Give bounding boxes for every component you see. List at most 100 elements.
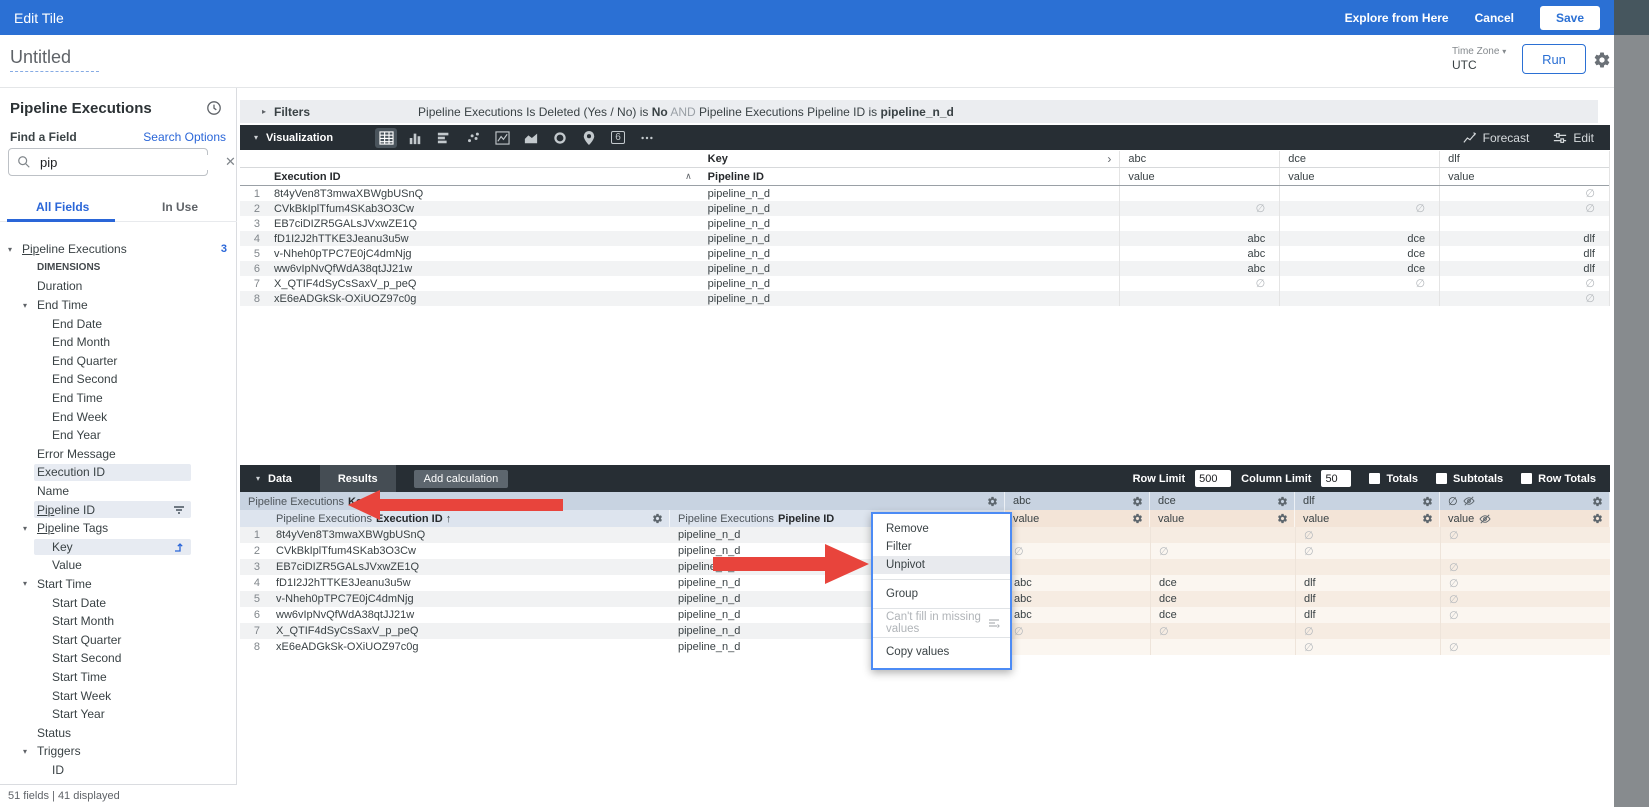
menu-item-group[interactable]: Group	[873, 585, 1010, 603]
sort-asc-icon[interactable]: ∧	[685, 171, 692, 182]
gear-icon[interactable]	[1422, 513, 1433, 524]
sidebar-field-start-time[interactable]: ▾Start Time	[0, 575, 237, 594]
explore-from-here-link[interactable]: Explore from Here	[1345, 11, 1449, 25]
results-pivot-header-dlf[interactable]: dlf	[1295, 492, 1440, 510]
value-cell[interactable]	[1150, 559, 1295, 575]
execution-id-cell[interactable]: CVkBkIplTfum4SKab3O3Cw	[268, 543, 670, 559]
visualization-label[interactable]: Visualization	[266, 132, 333, 144]
line-chart-icon[interactable]	[491, 128, 513, 148]
value-cell[interactable]: ∅	[1439, 186, 1609, 201]
run-button[interactable]: Run	[1522, 44, 1586, 74]
value-cell[interactable]: dce	[1150, 607, 1295, 623]
execution-id-cell[interactable]: X_QTIF4dSyCsSaxV_p_peQ	[266, 276, 700, 291]
menu-item-filter[interactable]: Filter	[873, 538, 1010, 556]
sidebar-field-start-time[interactable]: Start Time	[0, 668, 237, 687]
area-chart-icon[interactable]	[520, 128, 542, 148]
clear-search-icon[interactable]: ✕	[225, 154, 236, 170]
value-cell[interactable]: ∅	[1150, 543, 1295, 559]
tile-title-input[interactable]: Untitled	[10, 47, 99, 72]
sidebar-field-name[interactable]: Name	[0, 482, 237, 501]
sidebar-field-start-month[interactable]: Start Month	[0, 612, 237, 631]
value-cell[interactable]: ∅	[1440, 575, 1610, 591]
tree-caret-icon[interactable]: ▾	[23, 301, 37, 310]
value-cell[interactable]: dce	[1279, 246, 1439, 261]
execution-id-cell[interactable]: v-Nheh0pTPC7E0jC4dmNjg	[266, 246, 700, 261]
sidebar-field-id[interactable]: ID	[0, 761, 237, 780]
save-button[interactable]: Save	[1540, 6, 1600, 30]
value-cell[interactable]: dlf	[1295, 607, 1440, 623]
value-cell[interactable]	[1295, 559, 1440, 575]
column-chart-icon[interactable]	[404, 128, 426, 148]
pivot-expand-chevron[interactable]: ›	[1107, 152, 1111, 166]
execution-id-cell[interactable]: X_QTIF4dSyCsSaxV_p_peQ	[268, 623, 670, 639]
pivot-value-header-dlf[interactable]: dlf	[1439, 151, 1609, 167]
value-cell[interactable]	[1119, 186, 1279, 201]
value-cell[interactable]: dlf	[1295, 575, 1440, 591]
pipeline-id-cell[interactable]: pipeline_n_d	[700, 291, 1120, 306]
value-cell[interactable]	[1440, 543, 1610, 559]
sidebar-field-start-week[interactable]: Start Week	[0, 686, 237, 705]
value-cell[interactable]: dlf	[1439, 231, 1609, 246]
row-totals-checkbox[interactable]: Row Totals	[1521, 473, 1596, 485]
results-pivot-header-dce[interactable]: dce	[1150, 492, 1295, 510]
sidebar-field-end-time[interactable]: ▾End Time	[0, 296, 237, 315]
sidebar-field-end-week[interactable]: End Week	[0, 407, 237, 426]
gear-icon[interactable]	[1277, 496, 1288, 507]
value-cell[interactable]: ∅	[1005, 543, 1150, 559]
subtotals-checkbox[interactable]: Subtotals	[1436, 473, 1503, 485]
tree-caret-icon[interactable]: ▾	[23, 579, 37, 588]
value-cell[interactable]	[1005, 559, 1150, 575]
value-cell[interactable]	[1279, 216, 1439, 231]
gear-icon[interactable]	[1422, 496, 1433, 507]
execution-id-cell[interactable]: CVkBkIplTfum4SKab3O3Cw	[266, 201, 700, 216]
value-cell[interactable]: ∅	[1439, 201, 1609, 216]
sidebar-field-end-time[interactable]: End Time	[0, 389, 237, 408]
value-cell[interactable]: ∅	[1295, 527, 1440, 543]
pivot-value-header-dce[interactable]: dce	[1279, 151, 1439, 167]
value-cell[interactable]	[1005, 527, 1150, 543]
value-cell[interactable]	[1005, 639, 1150, 655]
visualization-expand-icon[interactable]: ▾	[254, 133, 258, 142]
execution-id-cell[interactable]: fD1I2J2hTTKE3Jeanu3u5w	[268, 575, 670, 591]
results-header-value[interactable]: value	[1440, 510, 1610, 527]
history-icon[interactable]	[206, 100, 222, 116]
single-value-icon[interactable]: 6	[607, 128, 629, 148]
gear-icon[interactable]	[1132, 496, 1143, 507]
sidebar-field-start-quarter[interactable]: Start Quarter	[0, 630, 237, 649]
execution-id-cell[interactable]: ww6vIpNvQfWdA38qtJJ21w	[266, 261, 700, 276]
measure-header-value[interactable]: value	[1119, 168, 1279, 185]
value-cell[interactable]: dce	[1150, 591, 1295, 607]
sidebar-field-end-second[interactable]: End Second	[0, 370, 237, 389]
sidebar-field-start-year[interactable]: Start Year	[0, 705, 237, 724]
gear-icon[interactable]	[1277, 513, 1288, 524]
donut-chart-icon[interactable]	[549, 128, 571, 148]
sidebar-field-error-message[interactable]: Error Message	[0, 445, 237, 464]
value-cell[interactable]	[1150, 639, 1295, 655]
value-cell[interactable]: dce	[1279, 261, 1439, 276]
data-label[interactable]: Data	[268, 473, 292, 485]
sidebar-field-key[interactable]: Key	[0, 538, 237, 557]
value-cell[interactable]: abc	[1119, 246, 1279, 261]
value-cell[interactable]: dce	[1279, 231, 1439, 246]
value-cell[interactable]: dlf	[1439, 261, 1609, 276]
sidebar-field-end-year[interactable]: End Year	[0, 426, 237, 445]
sidebar-field-pipeline-executions[interactable]: ▾Pipeline Executions3	[0, 240, 237, 259]
value-cell[interactable]: abc	[1119, 231, 1279, 246]
gear-icon[interactable]	[1132, 513, 1143, 524]
value-cell[interactable]: ∅	[1440, 527, 1610, 543]
sidebar-field-end-quarter[interactable]: End Quarter	[0, 352, 237, 371]
column-header-pipeline-id[interactable]: Pipeline ID	[700, 168, 1120, 185]
value-cell[interactable]: ∅	[1440, 559, 1610, 575]
results-pivot-header-null[interactable]: ∅	[1440, 492, 1610, 510]
menu-item-copy-values[interactable]: Copy values	[873, 643, 1010, 661]
value-cell[interactable]	[1150, 527, 1295, 543]
value-cell[interactable]: abc	[1005, 607, 1150, 623]
forecast-button[interactable]: Forecast	[1463, 131, 1530, 145]
value-cell[interactable]	[1440, 623, 1610, 639]
pipeline-id-cell[interactable]: pipeline_n_d	[700, 201, 1120, 216]
cancel-button[interactable]: Cancel	[1475, 11, 1514, 25]
filters-label[interactable]: Filters	[274, 105, 310, 119]
filter-icon[interactable]	[173, 504, 185, 516]
value-cell[interactable]	[1119, 291, 1279, 306]
execution-id-cell[interactable]: EB7ciDIZR5GALsJVxwZE1Q	[266, 216, 700, 231]
